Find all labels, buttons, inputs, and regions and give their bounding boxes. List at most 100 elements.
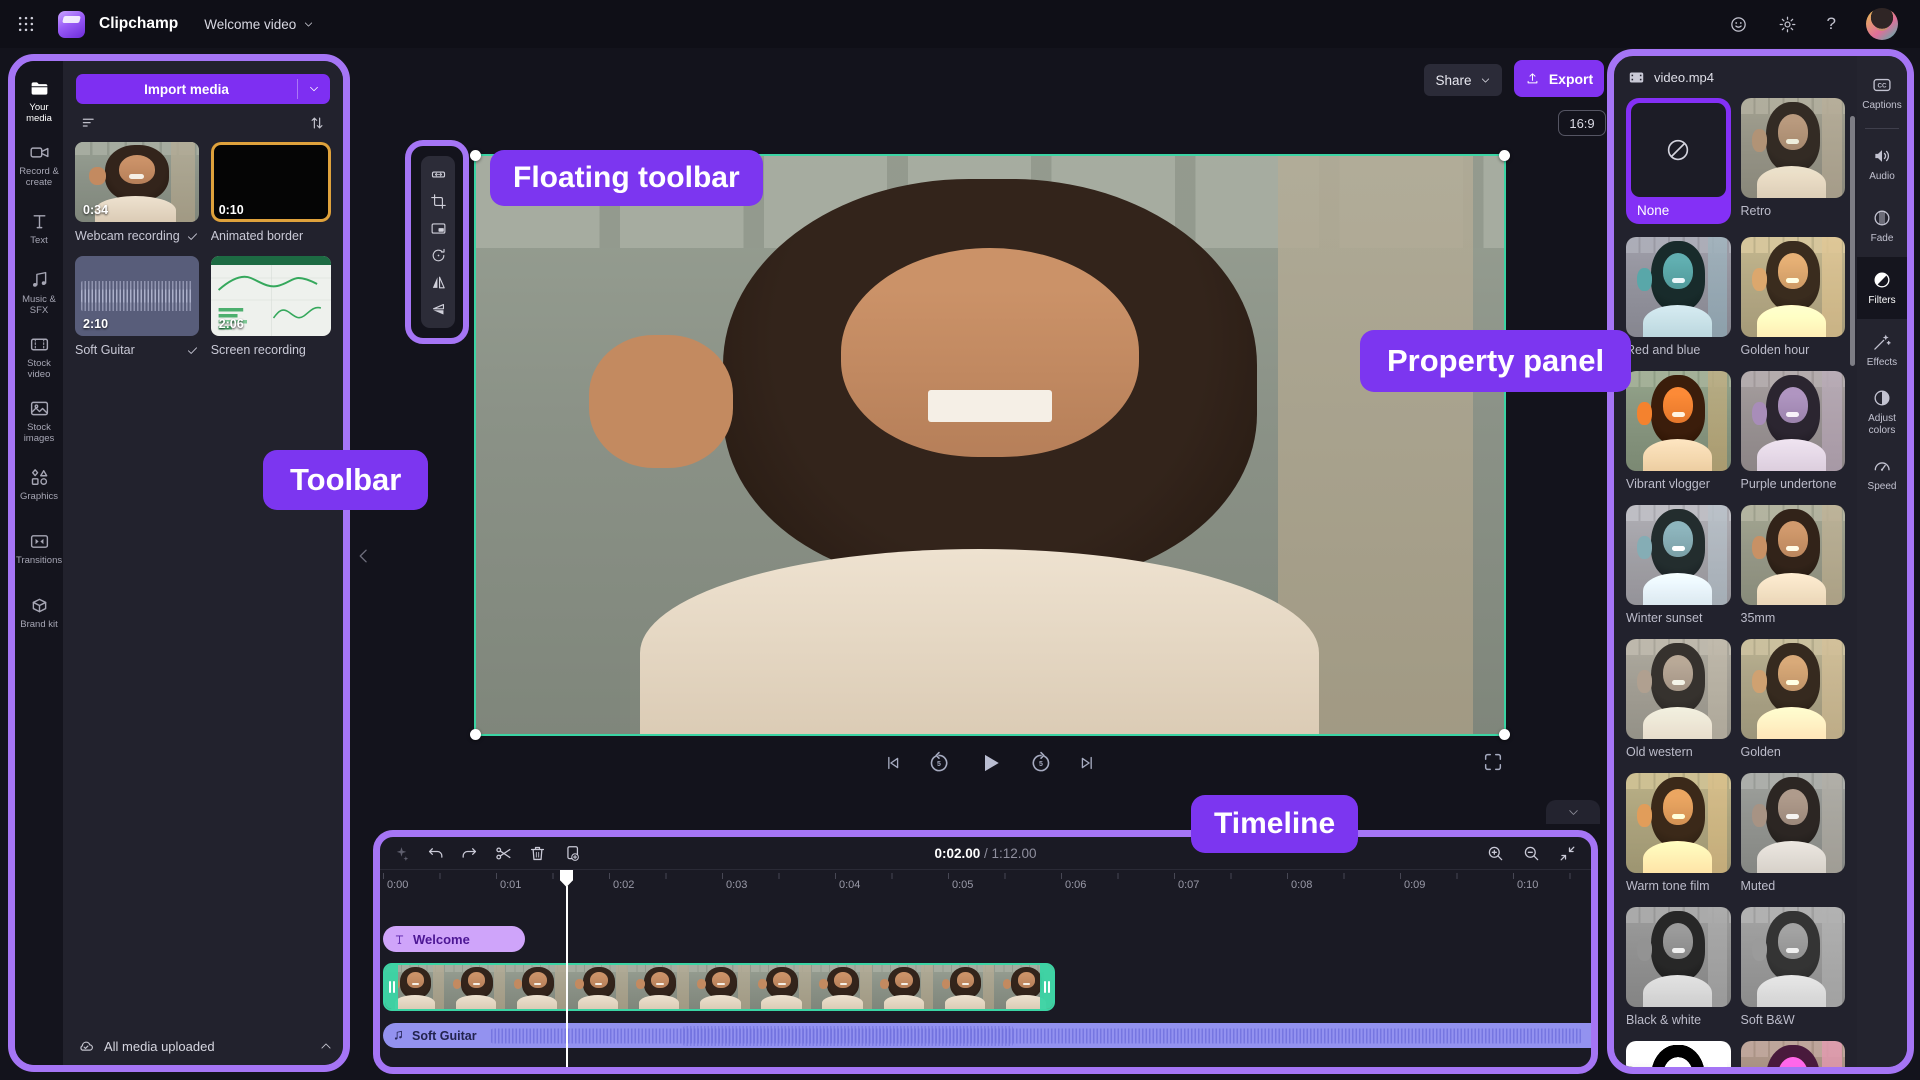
panel-tab-label: Effects xyxy=(1858,357,1906,369)
filter-option-old-western[interactable]: Old western xyxy=(1626,639,1731,760)
top-bar: Clipchamp Welcome video ? xyxy=(0,0,1920,48)
panel-tab-speed[interactable]: Speed xyxy=(1857,443,1907,505)
picture-in-picture-button[interactable] xyxy=(430,220,447,237)
audio-clip-soft-guitar[interactable]: Soft Guitar xyxy=(383,1023,1591,1048)
resize-handle-top-left[interactable] xyxy=(470,150,481,161)
delete-button[interactable] xyxy=(528,844,547,863)
sidebar-item-your-media[interactable]: Your media xyxy=(15,69,63,133)
filter-media-icon[interactable] xyxy=(80,114,98,132)
sort-media-icon[interactable] xyxy=(308,114,326,132)
share-button[interactable]: Share xyxy=(1424,64,1502,96)
crop-button[interactable] xyxy=(430,193,447,210)
filter-option-red-and-blue[interactable]: Red and blue xyxy=(1626,237,1731,358)
text-icon xyxy=(393,933,406,946)
collapse-panel-chevron-left-icon[interactable] xyxy=(354,546,374,566)
magic-wand-button[interactable] xyxy=(392,844,411,863)
text-clip-welcome[interactable]: Welcome xyxy=(383,926,525,952)
fit-timeline-button[interactable] xyxy=(1558,844,1577,863)
video-preview[interactable] xyxy=(474,154,1506,736)
trim-handle-left[interactable] xyxy=(385,965,398,1009)
waffle-icon[interactable] xyxy=(16,14,36,34)
play-button[interactable] xyxy=(975,748,1005,778)
forward-5-seconds-button[interactable]: 5 xyxy=(1029,751,1053,775)
sidebar-item-record-create[interactable]: Record & create xyxy=(15,133,63,197)
panel-tab-effects[interactable]: Effects xyxy=(1857,319,1907,381)
help-icon[interactable]: ? xyxy=(1827,14,1836,34)
sidebar-item-label: Music & SFX xyxy=(16,295,62,317)
woman-portrait xyxy=(1626,371,1731,471)
resize-handle-bottom-right[interactable] xyxy=(1499,729,1510,740)
rotate-button[interactable] xyxy=(430,247,447,264)
aspect-ratio-badge[interactable]: 16:9 xyxy=(1558,110,1606,136)
filter-option-none[interactable]: None xyxy=(1626,98,1731,224)
property-panel: video.mp4 NoneRetroRed and blueGolden ho… xyxy=(1607,49,1914,1074)
export-up-arrow-icon xyxy=(1525,71,1540,86)
filter-option-unnamed-14[interactable] xyxy=(1626,1041,1731,1074)
sidebar-item-brand-kit[interactable]: Brand kit xyxy=(15,581,63,645)
flip-horizontal-button[interactable] xyxy=(430,274,447,291)
filter-option-retro[interactable]: Retro xyxy=(1741,98,1846,224)
filter-option-muted[interactable]: Muted xyxy=(1741,773,1846,894)
media-item-screen-recording[interactable]: 2:06Screen recording xyxy=(211,256,331,360)
panel-tab-fade[interactable]: Fade xyxy=(1857,195,1907,257)
media-thumbnail: 2:06 xyxy=(211,256,331,336)
redo-button[interactable] xyxy=(460,844,479,863)
import-options-chevron-icon[interactable] xyxy=(298,74,330,104)
media-item-webcam-recording[interactable]: 0:34Webcam recording xyxy=(75,142,199,246)
zoom-in-button[interactable] xyxy=(1486,844,1505,863)
filter-label: Red and blue xyxy=(1626,343,1731,358)
sidebar-item-music-sfx[interactable]: Music & SFX xyxy=(15,261,63,325)
flip-vertical-button[interactable] xyxy=(430,301,447,318)
feedback-smiley-icon[interactable] xyxy=(1729,15,1748,34)
user-avatar[interactable] xyxy=(1866,8,1898,40)
skip-start-button[interactable] xyxy=(883,753,903,773)
filter-option-black-white[interactable]: Black & white xyxy=(1626,907,1731,1028)
panel-tab-captions[interactable]: CCCaptions xyxy=(1857,62,1907,124)
filter-thumbnail xyxy=(1626,505,1731,605)
export-button[interactable]: Export xyxy=(1514,60,1604,97)
video-clip[interactable] xyxy=(383,963,1055,1011)
trim-handle-right[interactable] xyxy=(1040,965,1053,1009)
filter-option-unnamed-15[interactable] xyxy=(1741,1041,1846,1074)
resize-handle-bottom-left[interactable] xyxy=(470,729,481,740)
back-5-seconds-button[interactable]: 5 xyxy=(927,751,951,775)
stock-images-icon xyxy=(29,398,50,419)
filter-option-golden[interactable]: Golden xyxy=(1741,639,1846,760)
filter-option-soft-b-w[interactable]: Soft B&W xyxy=(1741,907,1846,1028)
filter-label: Winter sunset xyxy=(1626,611,1731,626)
filter-option-golden-hour[interactable]: Golden hour xyxy=(1741,237,1846,358)
sidebar-item-stock-video[interactable]: Stock video xyxy=(15,325,63,389)
panel-tab-audio[interactable]: Audio xyxy=(1857,133,1907,195)
filter-option-warm-tone-film[interactable]: Warm tone film xyxy=(1626,773,1731,894)
sidebar-item-transitions[interactable]: Transitions xyxy=(15,517,63,581)
scissors-button[interactable] xyxy=(494,844,513,863)
playback-controls: 55 xyxy=(474,748,1506,778)
settings-gear-icon[interactable] xyxy=(1778,15,1797,34)
sidebar-item-graphics[interactable]: Graphics xyxy=(15,453,63,517)
sidebar-item-stock-images[interactable]: Stock images xyxy=(15,389,63,453)
panel-scrollbar[interactable] xyxy=(1850,116,1855,366)
zoom-out-button[interactable] xyxy=(1522,844,1541,863)
filter-option-purple-undertone[interactable]: Purple undertone xyxy=(1741,371,1846,492)
panel-tab-filters[interactable]: Filters xyxy=(1857,257,1907,319)
panel-tab-adjust-colors[interactable]: Adjust colors xyxy=(1857,381,1907,443)
skip-end-button[interactable] xyxy=(1077,753,1097,773)
resize-handle-top-right[interactable] xyxy=(1499,150,1510,161)
filter-option-vibrant-vlogger[interactable]: Vibrant vlogger xyxy=(1626,371,1731,492)
collapse-preview-tab[interactable] xyxy=(1546,800,1600,824)
media-item-soft-guitar[interactable]: 2:10Soft Guitar xyxy=(75,256,199,360)
woman-portrait xyxy=(629,965,690,1009)
audio-icon xyxy=(1872,146,1892,166)
media-name-row: Animated border xyxy=(211,226,331,246)
fullscreen-icon[interactable] xyxy=(1482,751,1504,773)
import-media-button[interactable]: Import media xyxy=(76,74,297,104)
resize-button[interactable] xyxy=(430,166,447,183)
add-to-timeline-button[interactable] xyxy=(562,844,581,863)
media-item-animated-border[interactable]: 0:10Animated border xyxy=(211,142,331,246)
filter-option-35mm[interactable]: 35mm xyxy=(1741,505,1846,626)
project-name-menu[interactable]: Welcome video xyxy=(204,17,314,32)
filter-option-winter-sunset[interactable]: Winter sunset xyxy=(1626,505,1731,626)
undo-button[interactable] xyxy=(426,844,445,863)
chevron-up-icon[interactable] xyxy=(319,1039,333,1053)
sidebar-item-text[interactable]: Text xyxy=(15,197,63,261)
